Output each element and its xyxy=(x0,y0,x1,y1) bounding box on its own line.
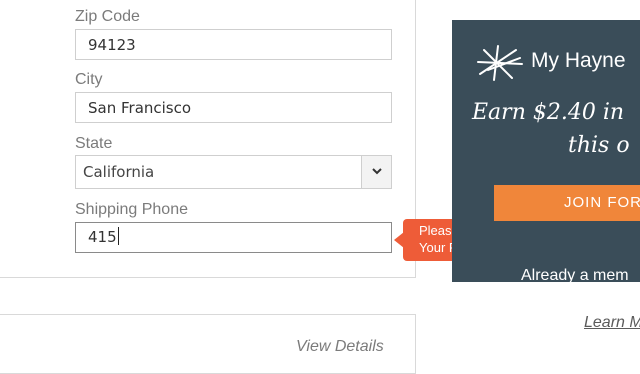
chevron-down-icon xyxy=(372,168,382,175)
view-details-link[interactable]: View Details xyxy=(296,338,384,356)
shipping-phone-field[interactable]: 415 xyxy=(75,222,392,253)
shipping-phone-label: Shipping Phone xyxy=(75,201,188,218)
zip-code-label: Zip Code xyxy=(75,8,140,25)
promo-headline-line-2: this o xyxy=(568,133,630,158)
promo-brand-name: My Hayne xyxy=(531,49,626,72)
promo-headline: Earn $2.40 in this o xyxy=(472,96,640,162)
city-field[interactable] xyxy=(75,92,392,123)
zip-code-field[interactable] xyxy=(75,29,392,60)
state-select-toggle[interactable] xyxy=(361,156,391,188)
join-button[interactable]: JOIN FOR xyxy=(494,185,640,221)
haynes-logo-icon xyxy=(477,45,523,81)
city-label: City xyxy=(75,71,103,88)
already-member-link[interactable]: Already a mem xyxy=(521,267,629,285)
state-select[interactable]: California xyxy=(75,155,392,189)
shipping-phone-value: 415 xyxy=(88,228,117,246)
state-select-value: California xyxy=(83,163,155,181)
learn-more-link[interactable]: Learn M xyxy=(584,314,640,332)
promo-headline-line-1: Earn $2.40 in xyxy=(472,100,625,125)
rewards-promo-panel: My Hayne Earn $2.40 in this o JOIN FOR A… xyxy=(452,20,640,285)
state-label: State xyxy=(75,135,113,152)
text-cursor xyxy=(117,227,119,245)
